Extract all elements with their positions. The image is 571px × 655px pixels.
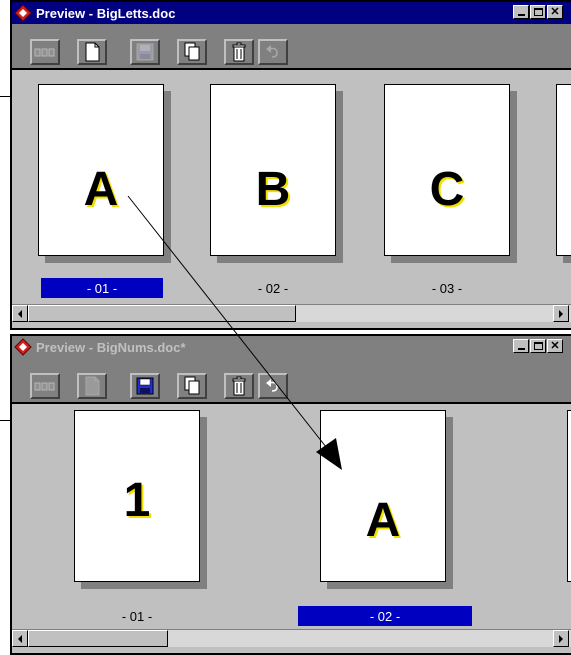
page-thumbnail-partial[interactable] [556,84,571,256]
close-button[interactable]: ✕ [547,5,563,19]
preview-window-bignums: Preview - BigNums.doc* ✕ 1 A - 01 - - 02… [10,334,571,655]
scroll-left-button[interactable] [12,305,28,322]
page-label-selected[interactable]: - 02 - [298,606,472,626]
page-thumbnail-partial[interactable] [567,410,571,582]
multi-page-view-icon [34,48,55,57]
page-thumbnail-area: 1 A - 01 - - 02 - [12,406,571,629]
scroll-thumb[interactable] [28,305,296,322]
minimize-button[interactable] [513,5,529,19]
save-icon [136,377,154,395]
page-thumbnail-area: A B C - 01 - - 02 - - 03 - [12,72,571,304]
window-controls: ✕ [513,339,563,353]
multi-page-view-icon [34,382,55,391]
save-icon [136,43,154,61]
preview-window-bigletts: Preview - BigLetts.doc ✕ A B C - 01 - - … [10,0,571,330]
maximize-button[interactable] [530,5,546,19]
page-label-selected[interactable]: - 01 - [41,278,163,298]
window-title: Preview - BigNums.doc* [36,339,186,355]
maximize-icon [533,342,543,350]
single-page-icon [85,42,100,62]
page-thumbnail-2[interactable]: A [320,410,446,582]
arrow-left-icon [18,309,22,318]
save-button[interactable] [130,373,160,399]
page-content: A [83,163,119,216]
close-icon: ✕ [550,5,560,18]
copy-page-button[interactable] [177,39,207,65]
multi-page-view-button[interactable] [30,373,60,399]
window-controls: ✕ [513,5,563,19]
title-bar[interactable]: Preview - BigLetts.doc [12,2,571,24]
arrow-right-icon [559,309,563,318]
multi-page-view-button[interactable] [30,39,60,65]
delete-icon [232,376,246,396]
delete-button[interactable] [224,373,254,399]
copy-page-icon [184,42,200,61]
page-thumbnail-2[interactable]: B [210,84,336,256]
copy-page-button[interactable] [177,373,207,399]
page-content: A [365,494,401,547]
horizontal-scrollbar[interactable] [12,304,571,322]
delete-icon [232,42,246,62]
single-page-icon [85,376,100,396]
close-button[interactable]: ✕ [547,339,563,353]
arrow-right-icon [559,634,563,643]
scroll-thumb[interactable] [28,630,168,647]
arrow-left-icon [18,634,22,643]
save-button[interactable] [130,39,160,65]
single-page-button[interactable] [77,39,107,65]
page-content: B [255,163,291,216]
single-page-button[interactable] [77,373,107,399]
maximize-icon [533,8,543,16]
minimize-button[interactable] [513,339,529,353]
page-label[interactable]: - 03 - [386,278,508,298]
title-bar[interactable]: Preview - BigNums.doc* [12,336,571,358]
scroll-right-button[interactable] [553,305,569,322]
copy-page-icon [184,376,200,395]
horizontal-scrollbar[interactable] [12,629,571,647]
app-icon [14,338,32,356]
delete-button[interactable] [224,39,254,65]
page-label[interactable]: - 01 - [76,606,198,626]
close-icon: ✕ [550,339,560,352]
undo-button[interactable] [258,373,288,399]
minimize-icon [517,348,525,350]
page-content: C [429,163,465,216]
toolbar [12,24,571,70]
app-icon [14,4,32,22]
scroll-left-button[interactable] [12,630,28,647]
page-thumbnail-1[interactable]: 1 [74,410,200,582]
window-title: Preview - BigLetts.doc [36,5,176,21]
minimize-icon [517,14,525,16]
page-thumbnail-1[interactable]: A [38,84,164,256]
undo-button[interactable] [258,39,288,65]
toolbar [12,358,571,404]
page-label[interactable]: - 02 - [212,278,334,298]
page-content: 1 [123,474,151,527]
undo-icon [266,379,278,392]
page-thumbnail-3[interactable]: C [384,84,510,256]
undo-icon [266,45,278,58]
scroll-right-button[interactable] [553,630,569,647]
maximize-button[interactable] [530,339,546,353]
